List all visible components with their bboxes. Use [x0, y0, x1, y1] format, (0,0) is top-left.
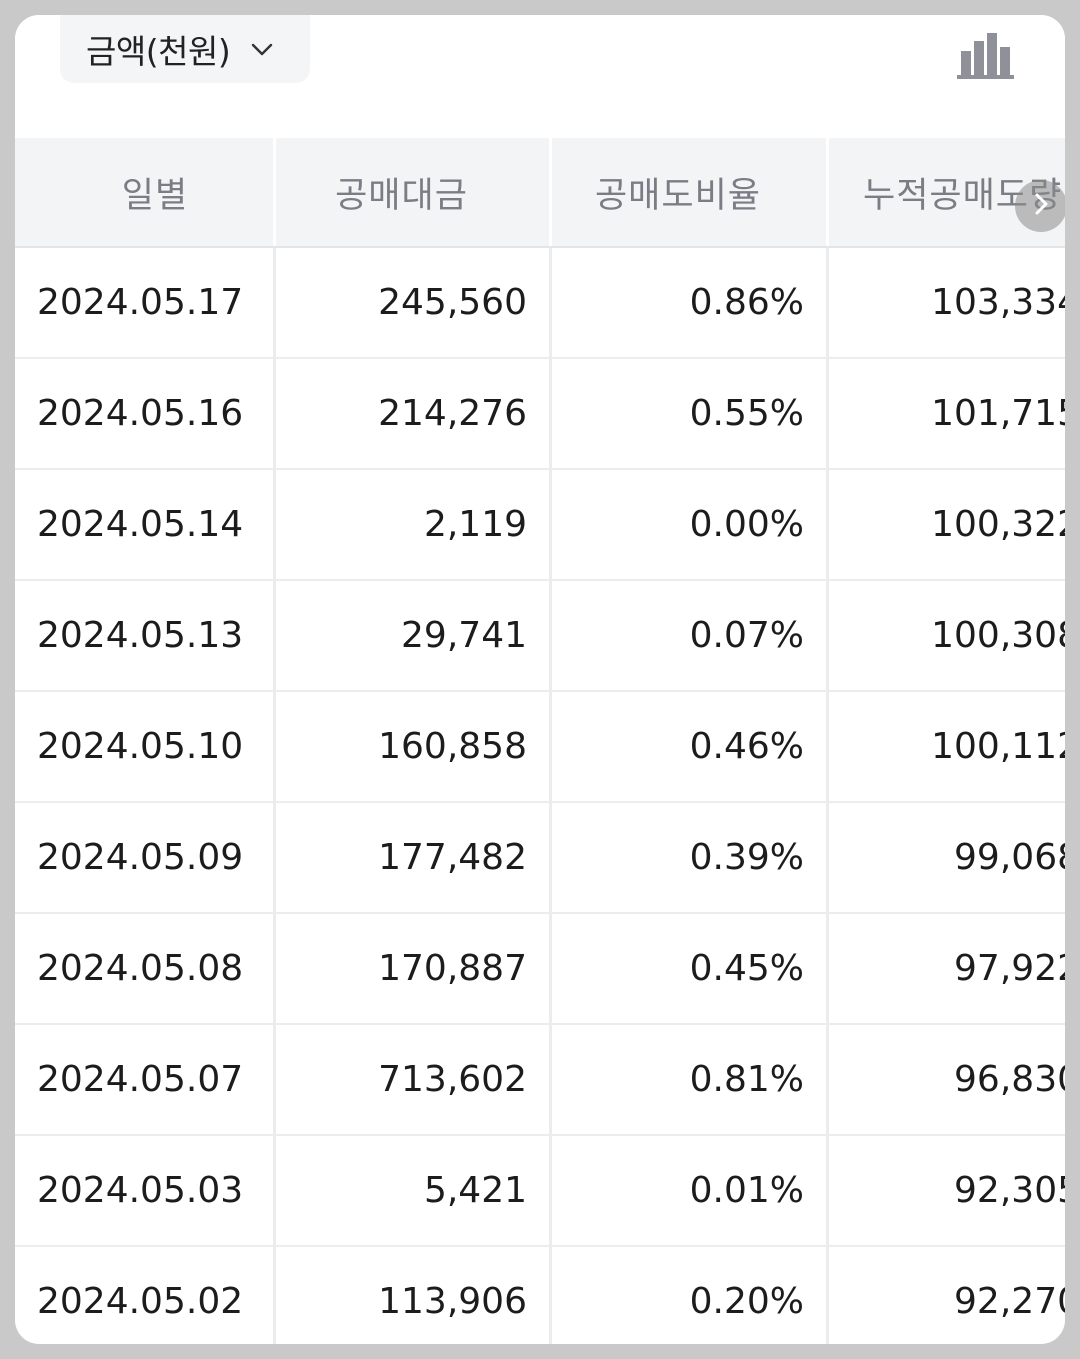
cell-date: 2024.05.08: [15, 914, 276, 1023]
table-row: 2024.05.13 29,741 0.07% 100,308: [15, 581, 1065, 692]
short-selling-table: 일별 공매대금 공매도비율 누적공매도량 2024.05.17 245,560 …: [15, 138, 1065, 1344]
cell-ratio: 0.55%: [552, 359, 829, 468]
table-row: 2024.05.09 177,482 0.39% 99,068: [15, 803, 1065, 914]
table-row: 2024.05.02 113,906 0.20% 92,270: [15, 1247, 1065, 1344]
cell-amount: 29,741: [276, 581, 552, 690]
cell-cumulative: 100,112: [931, 726, 1065, 767]
table-row: 2024.05.07 713,602 0.81% 96,830: [15, 1025, 1065, 1136]
cell-date: 2024.05.09: [15, 803, 276, 912]
cell-amount: 713,602: [276, 1025, 552, 1134]
cell-amount: 5,421: [276, 1136, 552, 1245]
scroll-right-button[interactable]: [1015, 180, 1065, 232]
cell-cumulative: 103,334: [931, 282, 1065, 323]
cell-date: 2024.05.14: [15, 470, 276, 579]
cell-date: 2024.05.17: [15, 248, 276, 357]
cell-ratio: 0.81%: [552, 1025, 829, 1134]
cell-cumulative: 92,305: [954, 1170, 1065, 1211]
cell-cumulative: 100,308: [931, 615, 1065, 656]
cell-date: 2024.05.02: [15, 1247, 276, 1344]
header-amount[interactable]: 공매대금: [276, 138, 552, 246]
table-row: 2024.05.10 160,858 0.46% 100,112: [15, 692, 1065, 803]
cell-ratio: 0.86%: [552, 248, 829, 357]
cell-cumulative: 99,068: [954, 837, 1065, 878]
cell-date: 2024.05.07: [15, 1025, 276, 1134]
cell-cumulative: 92,270: [954, 1281, 1065, 1322]
cell-amount: 245,560: [276, 248, 552, 357]
cell-cumulative: 100,322: [931, 504, 1065, 545]
table-row: 2024.05.03 5,421 0.01% 92,305: [15, 1136, 1065, 1247]
table-row: 2024.05.08 170,887 0.45% 97,922: [15, 914, 1065, 1025]
cell-date: 2024.05.03: [15, 1136, 276, 1245]
cell-amount: 214,276: [276, 359, 552, 468]
cell-amount: 113,906: [276, 1247, 552, 1344]
chevron-down-icon: [250, 37, 274, 61]
cell-ratio: 0.01%: [552, 1136, 829, 1245]
bar-chart-icon[interactable]: [953, 25, 1017, 81]
cell-date: 2024.05.13: [15, 581, 276, 690]
cell-ratio: 0.20%: [552, 1247, 829, 1344]
cell-ratio: 0.45%: [552, 914, 829, 1023]
cell-date: 2024.05.10: [15, 692, 276, 801]
cell-amount: 160,858: [276, 692, 552, 801]
data-card: 금액(천원) 일별 공매대금 공매도비율 누적공매도량 2024.05.17 2…: [15, 15, 1065, 1344]
cell-ratio: 0.39%: [552, 803, 829, 912]
unit-select-dropdown[interactable]: 금액(천원): [60, 15, 310, 83]
table-header-row: 일별 공매대금 공매도비율 누적공매도량: [15, 138, 1065, 248]
header-date[interactable]: 일별: [15, 138, 276, 246]
toolbar: 금액(천원): [15, 15, 1065, 138]
unit-select-label: 금액(천원): [86, 32, 231, 71]
cell-cumulative: 97,922: [954, 948, 1065, 989]
table-row: 2024.05.16 214,276 0.55% 101,715: [15, 359, 1065, 470]
header-ratio[interactable]: 공매도비율: [552, 138, 829, 246]
cell-ratio: 0.46%: [552, 692, 829, 801]
table-row: 2024.05.17 245,560 0.86% 103,334: [15, 248, 1065, 359]
cell-cumulative: 96,830: [954, 1059, 1065, 1100]
cell-date: 2024.05.16: [15, 359, 276, 468]
cell-amount: 170,887: [276, 914, 552, 1023]
cell-ratio: 0.00%: [552, 470, 829, 579]
cell-ratio: 0.07%: [552, 581, 829, 690]
table-row: 2024.05.14 2,119 0.00% 100,322: [15, 470, 1065, 581]
cell-amount: 2,119: [276, 470, 552, 579]
cell-cumulative: 101,715: [931, 393, 1065, 434]
cell-amount: 177,482: [276, 803, 552, 912]
chevron-right-icon: [1028, 191, 1054, 221]
